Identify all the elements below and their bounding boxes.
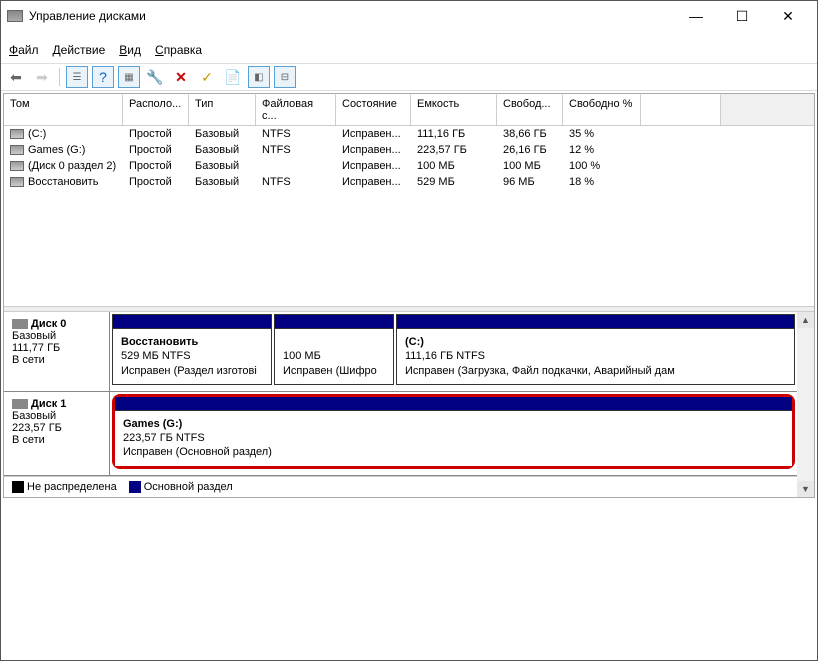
col-status[interactable]: Состояние <box>336 94 411 125</box>
volume-row[interactable]: (Диск 0 раздел 2) Простой Базовый Исправ… <box>4 158 814 174</box>
menu-file[interactable]: Файл <box>9 43 39 57</box>
close-button[interactable]: ✕ <box>765 1 811 31</box>
settings-button[interactable]: 🔧 <box>144 66 166 88</box>
volume-row[interactable]: (C:) Простой Базовый NTFS Исправен... 11… <box>4 126 814 142</box>
layout-button[interactable]: ⊟ <box>274 66 296 88</box>
delete-button[interactable]: ✕ <box>170 66 192 88</box>
forward-button[interactable]: ➡ <box>31 66 53 88</box>
toolbar: ⬅ ➡ ☰ ? ▦ 🔧 ✕ ✓ 📄 ◧ ⊟ <box>1 63 817 91</box>
disk-row-0: Диск 0 Базовый 111,77 ГБ В сети Восстано… <box>4 312 797 392</box>
partition-header <box>115 397 792 411</box>
separator <box>59 68 60 86</box>
disk0-info[interactable]: Диск 0 Базовый 111,77 ГБ В сети <box>4 312 110 391</box>
menu-help[interactable]: Справка <box>155 43 202 57</box>
list-body: (C:) Простой Базовый NTFS Исправен... 11… <box>4 126 814 306</box>
properties-button[interactable]: ✓ <box>196 66 218 88</box>
partition-header <box>113 315 271 329</box>
col-freepct[interactable]: Свободно % <box>563 94 641 125</box>
partition-games[interactable]: Games (G:)223,57 ГБ NTFSИсправен (Основн… <box>112 394 795 469</box>
disk-row-1: Диск 1 Базовый 223,57 ГБ В сети Games (G… <box>4 392 797 476</box>
window-title: Управление дисками <box>29 9 673 23</box>
volume-icon <box>10 145 24 155</box>
disk1-layout: Games (G:)223,57 ГБ NTFSИсправен (Основн… <box>110 392 797 475</box>
disk-icon <box>12 399 28 409</box>
col-volume[interactable]: Том <box>4 94 123 125</box>
arrange-button[interactable]: ◧ <box>248 66 270 88</box>
col-spare[interactable] <box>641 94 721 125</box>
col-free[interactable]: Свобод... <box>497 94 563 125</box>
col-fs[interactable]: Файловая с... <box>256 94 336 125</box>
disk0-layout: Восстановить529 МБ NTFSИсправен (Раздел … <box>110 312 797 391</box>
app-icon <box>7 10 23 22</box>
disk-icon <box>12 319 28 329</box>
menu-view[interactable]: Вид <box>119 43 141 57</box>
col-layout[interactable]: Располо... <box>123 94 189 125</box>
partition-header <box>275 315 393 329</box>
volume-icon <box>10 129 24 139</box>
menu-action[interactable]: Действие <box>53 43 106 57</box>
volume-row[interactable]: Games (G:) Простой Базовый NTFS Исправен… <box>4 142 814 158</box>
back-button[interactable]: ⬅ <box>5 66 27 88</box>
disk1-info[interactable]: Диск 1 Базовый 223,57 ГБ В сети <box>4 392 110 475</box>
volume-list: Том Располо... Тип Файловая с... Состоян… <box>4 94 814 306</box>
partition-recovery[interactable]: Восстановить529 МБ NTFSИсправен (Раздел … <box>112 314 272 385</box>
volume-icon <box>10 161 24 171</box>
graphical-view: ▲▼ Диск 0 Базовый 111,77 ГБ В сети Восст… <box>4 312 814 497</box>
legend: Не распределена Основной раздел <box>4 476 797 497</box>
swatch-primary <box>129 481 141 493</box>
new-button[interactable]: 📄 <box>222 66 244 88</box>
menu-bar: Файл Действие Вид Справка <box>1 41 817 59</box>
volume-row[interactable]: Восстановить Простой Базовый NTFS Исправ… <box>4 174 814 190</box>
list-header: Том Располо... Тип Файловая с... Состоян… <box>4 94 814 126</box>
partition-system[interactable]: 100 МБИсправен (Шифро <box>274 314 394 385</box>
partition-header <box>397 315 794 329</box>
minimize-button[interactable]: — <box>673 1 719 31</box>
show-hide-console-tree-button[interactable]: ☰ <box>66 66 88 88</box>
col-type[interactable]: Тип <box>189 94 256 125</box>
col-capacity[interactable]: Емкость <box>411 94 497 125</box>
swatch-unallocated <box>12 481 24 493</box>
view-top-button[interactable]: ▦ <box>118 66 140 88</box>
maximize-button[interactable]: ☐ <box>719 1 765 31</box>
scrollbar[interactable]: ▲▼ <box>797 312 814 497</box>
content-area: Том Располо... Тип Файловая с... Состоян… <box>3 93 815 498</box>
title-bar: Управление дисками — ☐ ✕ <box>1 1 817 31</box>
volume-icon <box>10 177 24 187</box>
partition-c[interactable]: (C:)111,16 ГБ NTFSИсправен (Загрузка, Фа… <box>396 314 795 385</box>
help-button[interactable]: ? <box>92 66 114 88</box>
